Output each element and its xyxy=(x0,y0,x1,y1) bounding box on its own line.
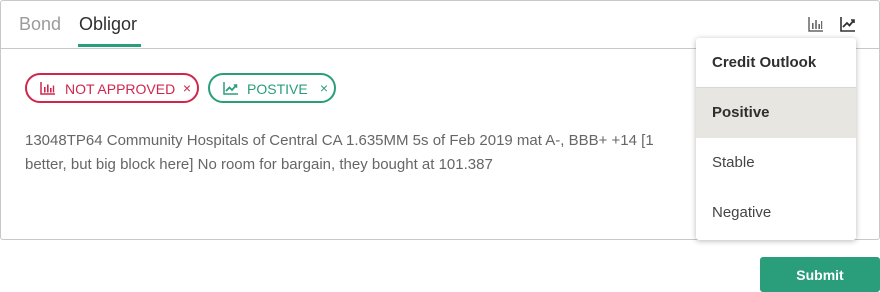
comment-text[interactable]: 13048TP64 Community Hospitals of Central… xyxy=(25,129,685,177)
outlook-chip[interactable]: POSTIVE × xyxy=(208,73,336,103)
dropdown-option-negative[interactable]: Negative xyxy=(696,188,856,238)
dropdown-option-stable[interactable]: Stable xyxy=(696,138,856,188)
credit-outlook-dropdown: Credit Outlook Positive Stable Negative xyxy=(696,38,856,240)
bar-chart-icon[interactable] xyxy=(807,15,825,33)
trend-icon[interactable] xyxy=(839,15,857,33)
bar-chart-icon xyxy=(40,81,56,95)
comment-line: 13048TP64 Community Hospitals of Central… xyxy=(25,132,654,149)
dropdown-header: Credit Outlook xyxy=(696,38,856,88)
trend-icon xyxy=(223,81,239,95)
tab-obligor[interactable]: Obligor xyxy=(79,1,137,47)
tab-bond[interactable]: Bond xyxy=(19,1,61,47)
submit-button[interactable]: Submit xyxy=(760,257,880,292)
remove-approval-chip-close-icon[interactable]: × xyxy=(183,79,191,97)
approval-status-chip[interactable]: NOT APPROVED × xyxy=(25,73,199,103)
outlook-label: POSTIVE xyxy=(247,81,308,97)
comment-line: better, but big block here] No room for … xyxy=(25,156,493,173)
approval-status-label: NOT APPROVED xyxy=(65,81,176,97)
dropdown-option-positive[interactable]: Positive xyxy=(696,88,856,138)
remove-outlook-chip-close-icon[interactable]: × xyxy=(320,79,328,97)
active-tab-indicator xyxy=(78,44,141,47)
